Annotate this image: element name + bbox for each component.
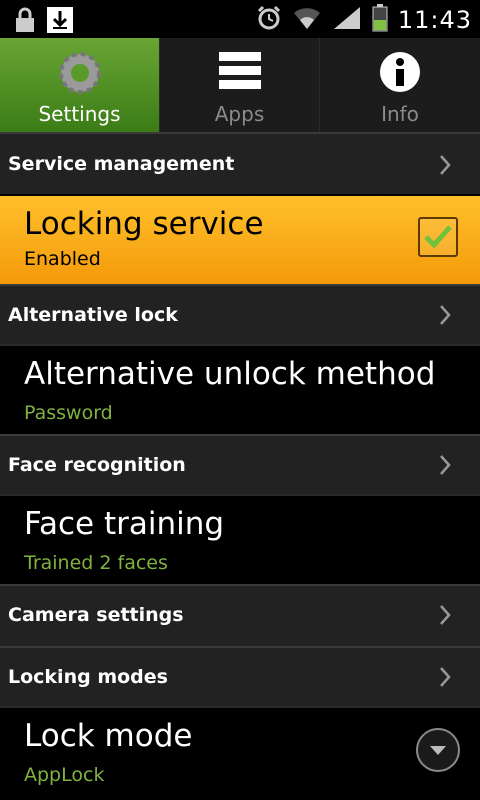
chevron-right-icon — [438, 454, 452, 480]
item-title: Alternative unlock method — [24, 356, 436, 392]
tab-label: Apps — [214, 102, 265, 126]
item-subtitle: AppLock — [24, 764, 105, 786]
alarm-icon — [256, 5, 282, 35]
lock-mode-dropdown[interactable] — [416, 728, 460, 772]
face-training-item[interactable]: Face training Trained 2 faces — [0, 494, 480, 584]
lock-icon — [14, 7, 36, 37]
signal-icon — [332, 5, 362, 35]
item-title: Face training — [24, 506, 225, 542]
section-service-management[interactable]: Service management — [0, 132, 480, 194]
wifi-icon — [292, 5, 322, 35]
chevron-right-icon — [438, 666, 452, 692]
section-face-recognition[interactable]: Face recognition — [0, 434, 480, 494]
tab-bar: Settings Apps Info — [0, 38, 480, 132]
tab-settings[interactable]: Settings — [0, 38, 160, 132]
chevron-right-icon — [438, 304, 452, 330]
list-icon — [217, 50, 263, 96]
section-label: Face recognition — [8, 454, 186, 476]
locking-service-item[interactable]: Locking service Enabled — [0, 196, 480, 284]
section-label: Camera settings — [8, 604, 184, 626]
tab-info[interactable]: Info — [320, 38, 480, 132]
info-icon — [378, 50, 422, 98]
status-bar: 11:43 — [0, 0, 480, 38]
chevron-right-icon — [438, 604, 452, 630]
chevron-right-icon — [438, 154, 452, 180]
download-icon — [46, 6, 74, 38]
caret-down-icon — [430, 746, 446, 755]
section-locking-modes[interactable]: Locking modes — [0, 646, 480, 706]
section-alternative-lock[interactable]: Alternative lock — [0, 284, 480, 344]
section-label: Service management — [8, 153, 235, 175]
gear-icon — [57, 50, 103, 100]
item-title: Lock mode — [24, 718, 193, 754]
item-subtitle: Password — [24, 402, 113, 424]
lock-mode-item[interactable]: Lock mode AppLock — [0, 706, 480, 800]
tab-apps[interactable]: Apps — [160, 38, 320, 132]
tab-label: Settings — [38, 102, 121, 126]
section-camera-settings[interactable]: Camera settings — [0, 584, 480, 646]
checkmark-icon — [424, 225, 452, 249]
clock: 11:43 — [397, 6, 472, 34]
battery-icon — [372, 4, 388, 36]
item-subtitle: Trained 2 faces — [24, 552, 168, 574]
item-subtitle: Enabled — [24, 248, 101, 270]
section-label: Alternative lock — [8, 304, 178, 326]
enabled-checkbox[interactable] — [418, 217, 458, 257]
section-label: Locking modes — [8, 666, 168, 688]
item-title: Locking service — [24, 206, 264, 242]
alternative-unlock-item[interactable]: Alternative unlock method Password — [0, 344, 480, 434]
tab-label: Info — [381, 102, 419, 126]
